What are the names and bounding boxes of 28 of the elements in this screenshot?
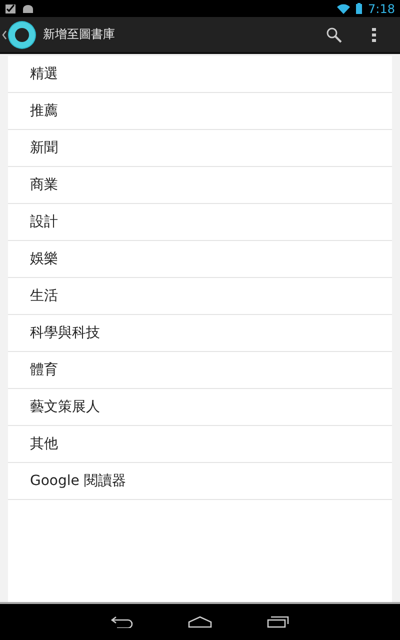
- category-item[interactable]: 藝文策展人: [8, 389, 392, 426]
- home-button[interactable]: [188, 616, 212, 628]
- back-caret-icon: [2, 30, 7, 40]
- category-item[interactable]: Google 閱讀器: [8, 463, 392, 500]
- up-button[interactable]: [2, 20, 37, 50]
- home-icon: [188, 616, 212, 628]
- menu-icon: [372, 28, 376, 42]
- recents-button[interactable]: [267, 616, 289, 628]
- battery-icon: [356, 3, 362, 14]
- status-time: 7:18: [368, 2, 395, 16]
- category-item[interactable]: 科學與科技: [8, 315, 392, 352]
- search-icon: [326, 26, 342, 42]
- checklist-icon: [5, 3, 16, 14]
- app-logo-icon: [7, 20, 37, 50]
- category-item[interactable]: 商業: [8, 167, 392, 204]
- category-item[interactable]: 新聞: [8, 130, 392, 167]
- category-item[interactable]: 設計: [8, 204, 392, 241]
- wifi-icon: [337, 4, 350, 14]
- back-button[interactable]: [111, 616, 133, 628]
- category-item[interactable]: 娛樂: [8, 241, 392, 278]
- recents-icon: [267, 616, 289, 628]
- category-item[interactable]: 推薦: [8, 93, 392, 130]
- category-item[interactable]: 體育: [8, 352, 392, 389]
- action-bar-title: 新增至圖書庫: [43, 26, 116, 43]
- category-item[interactable]: 生活: [8, 278, 392, 315]
- category-item[interactable]: 精選: [8, 56, 392, 93]
- category-item[interactable]: 其他: [8, 426, 392, 463]
- back-icon: [111, 616, 133, 628]
